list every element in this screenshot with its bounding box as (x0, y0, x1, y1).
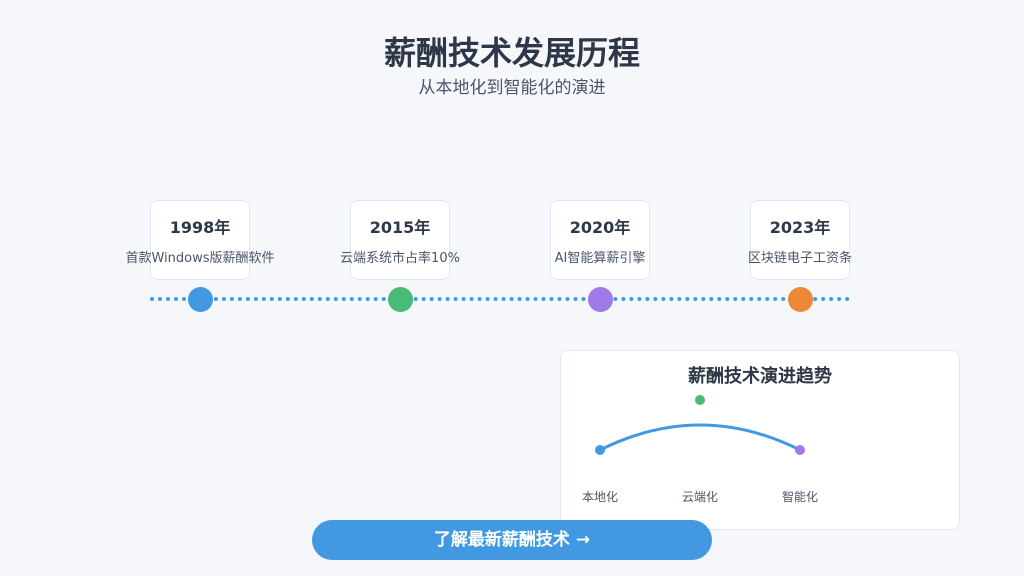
timeline-dot-2020 (588, 287, 613, 312)
trend-point-local (595, 445, 605, 455)
trend-point-cloud (695, 395, 705, 405)
timeline-dot-1998 (188, 287, 213, 312)
timeline-line (150, 297, 850, 301)
timeline-card-2020 (550, 200, 650, 280)
page-title: 薪酬技术发展历程 (383, 34, 640, 72)
timeline-desc: AI智能算薪引擎 (554, 251, 646, 266)
timeline-year: 1998年 (169, 218, 231, 237)
trend-point-ai (795, 445, 805, 455)
page-subtitle: 从本地化到智能化的演进 (418, 78, 606, 98)
timeline-dot-2015 (388, 287, 413, 312)
timeline-desc: 云端系统市占率10% (340, 251, 460, 266)
trend-label-local: 本地化 (581, 490, 618, 504)
trend-curve (599, 423, 801, 452)
timeline-desc: 区块链电子工资条 (747, 251, 852, 266)
learn-more-button[interactable]: 了解最新薪酬技术 → (312, 520, 712, 560)
timeline-card-2015 (350, 200, 450, 280)
timeline-desc: 首款Windows版薪酬软件 (125, 251, 275, 266)
timeline-year: 2020年 (569, 218, 631, 237)
timeline-card-2023 (750, 200, 850, 280)
trend-curve-chart (595, 395, 805, 455)
timeline-dot-2023 (788, 287, 813, 312)
timeline-year: 2023年 (769, 218, 831, 237)
timeline-card-1998 (150, 200, 250, 280)
trend-label-ai: 智能化 (781, 490, 818, 504)
timeline-year: 2015年 (369, 218, 431, 237)
trend-label-cloud: 云端化 (681, 490, 718, 504)
